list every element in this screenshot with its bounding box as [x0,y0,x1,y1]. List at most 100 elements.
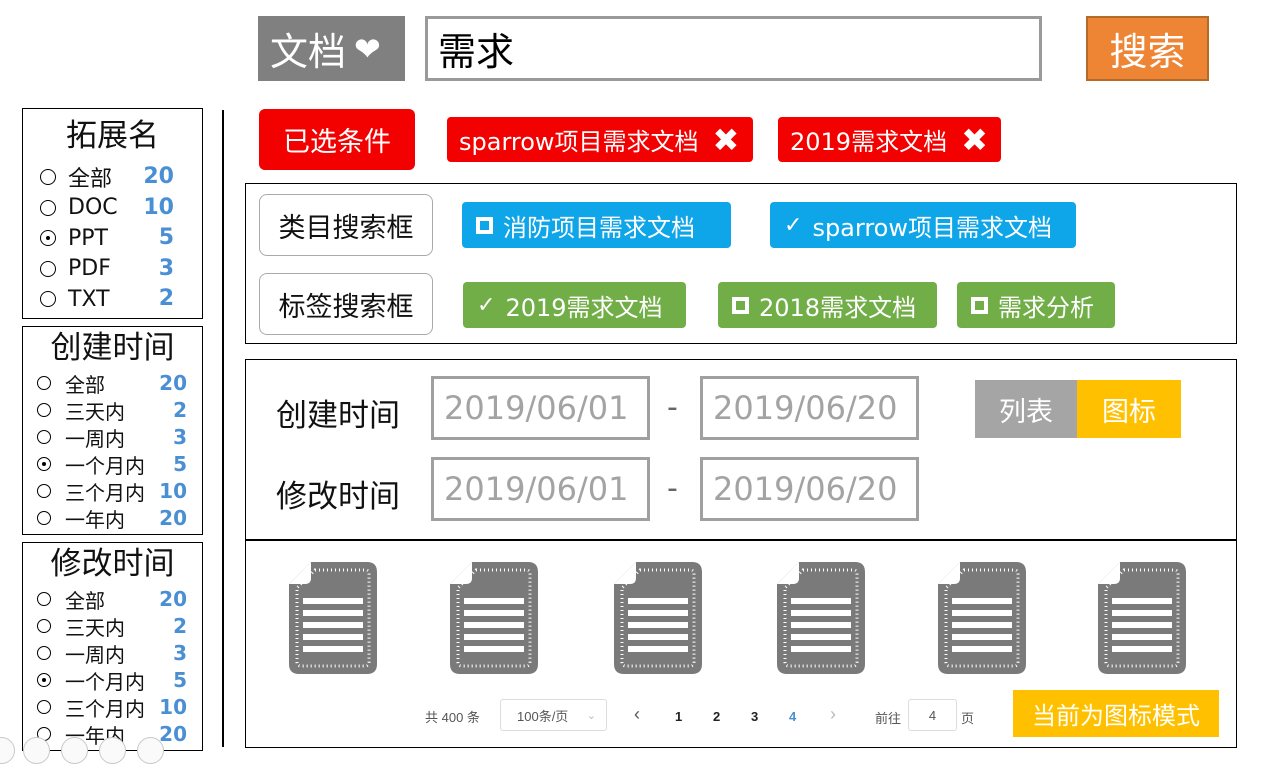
filter-option-count: 2 [173,398,187,422]
radio-icon[interactable] [37,484,51,498]
created-from-input[interactable]: 2019/06/01 [431,376,650,440]
filter-option-label: 三天内 [65,399,125,424]
radio-icon[interactable] [40,169,56,185]
filter-option-created[interactable]: 一年内 [37,506,125,532]
radio-icon[interactable] [40,199,56,216]
goto-label: 前往 [875,711,902,726]
radio-icon[interactable] [37,511,51,525]
goto-page-input[interactable]: 4 [908,699,957,731]
filter-option-created[interactable]: 一个月内 [37,452,145,478]
modified-to-input[interactable]: 2019/06/20 [700,457,919,521]
category-chip[interactable]: ✓ sparrow项目需求文档 [770,202,1076,248]
radio-icon[interactable] [37,376,51,390]
radio-icon[interactable] [37,646,51,660]
tag-chip[interactable]: 需求分析 [957,282,1115,328]
filter-option-label: 三个月内 [65,696,145,721]
document-icon[interactable] [446,558,542,678]
page-size-select[interactable]: 100条/页 ⌄ [500,699,607,731]
selected-chip[interactable]: 2019需求文档 ✖ [778,117,1001,162]
created-filter-panel: 创建时间 全部 20 三天内 2 一周内 3 一个月内 5 三个月内 10 一年内 20 [22,326,203,535]
mode-badge: 当前为图标模式 [1013,690,1219,737]
extension-filter-title: 拓展名 [66,118,159,154]
radio-icon[interactable] [37,403,51,417]
prev-page-button[interactable]: ‹ [634,704,640,725]
radio-icon[interactable] [37,619,51,633]
page-number[interactable]: 2 [713,709,720,724]
filter-option-count: 20 [143,164,174,189]
radio-icon[interactable] [37,592,51,606]
filter-option-label: PPT [68,225,108,251]
remove-icon[interactable]: ✖ [713,121,740,159]
category-chip[interactable]: 消防项目需求文档 [462,202,731,248]
radio-icon[interactable] [37,700,51,714]
page-number[interactable]: 1 [675,709,682,724]
modified-to-value: 2019/06/20 [713,470,898,508]
filter-option-created[interactable]: 一周内 [37,425,125,451]
filter-option-created[interactable]: 全部 [37,371,105,397]
filter-option-label: 三个月内 [65,480,145,505]
remove-icon[interactable]: ✖ [961,121,988,159]
filter-option-extension[interactable]: 全部 [40,163,112,192]
tag-search-frame[interactable]: 标签搜索框 [259,273,433,335]
pagination-total: 共 400 条 [425,710,480,725]
filter-option-created[interactable]: 三天内 [37,398,125,424]
filter-option-count: 5 [158,225,174,250]
filter-option-modified[interactable]: 三个月内 [37,695,145,721]
search-input[interactable]: 需求 [425,16,1042,81]
faded-toolbar-icon [99,737,126,764]
tag-chip[interactable]: ✓ 2019需求文档 [463,282,686,328]
radio-selected-icon[interactable] [40,230,56,246]
modified-from-value: 2019/06/01 [444,470,629,508]
radio-icon[interactable] [40,260,56,277]
filter-option-extension[interactable]: TXT [40,285,110,313]
modified-filter-title: 修改时间 [50,546,175,582]
icon-view-toggle[interactable]: 图标 [1077,380,1181,438]
filter-option-extension[interactable]: PPT [40,224,108,252]
radio-selected-icon[interactable] [37,457,51,471]
tag-chip[interactable]: 2018需求文档 [718,282,937,328]
tag-chip-label: 需求分析 [998,293,1094,322]
checkbox-icon [476,216,493,234]
doc-type-select[interactable]: 文档 ❤ [258,16,405,81]
filter-option-modified[interactable]: 一个月内 [37,668,145,694]
selected-chip[interactable]: sparrow项目需求文档 ✖ [447,117,753,162]
search-button[interactable]: 搜索 [1086,16,1209,81]
category-chip-label: sparrow项目需求文档 [812,213,1052,242]
page-number-current[interactable]: 4 [789,709,796,724]
category-search-frame[interactable]: 类目搜索框 [259,194,433,256]
filter-option-count: 3 [173,425,187,449]
filter-option-modified[interactable]: 三天内 [37,614,125,640]
faded-toolbar-icon [137,737,164,764]
document-icon[interactable] [773,558,869,678]
filter-option-label: DOC [68,195,118,220]
filter-option-extension[interactable]: DOC [40,194,118,222]
checkmark-icon: ✓ [784,212,803,238]
created-to-input[interactable]: 2019/06/20 [700,376,919,440]
modified-from-input[interactable]: 2019/06/01 [431,457,650,521]
filter-option-extension[interactable]: PDF [40,255,111,283]
filter-option-created[interactable]: 三个月内 [37,479,145,505]
filter-option-label: 一周内 [65,426,125,451]
document-icon[interactable] [934,558,1030,678]
radio-selected-icon[interactable] [37,673,51,687]
document-icon[interactable] [1094,558,1190,678]
created-date-label: 创建时间 [276,398,400,434]
checkbox-icon [732,296,749,314]
filter-option-count: 20 [159,587,187,611]
radio-icon[interactable] [37,430,51,444]
document-icon[interactable] [610,558,706,678]
document-icon[interactable] [285,558,381,678]
filter-option-label: PDF [68,256,111,281]
filter-option-count: 10 [159,479,187,503]
filter-option-modified[interactable]: 一周内 [37,641,125,667]
filter-option-count: 20 [159,506,187,530]
filter-option-label: 一周内 [65,642,125,667]
list-view-toggle[interactable]: 列表 [975,380,1077,438]
date-results-divider [245,539,1237,541]
filter-option-count: 20 [159,371,187,395]
filter-option-count: 5 [173,668,187,692]
page-number[interactable]: 3 [751,709,758,724]
filter-option-modified[interactable]: 全部 [37,587,105,613]
next-page-button[interactable]: › [830,704,836,725]
radio-icon[interactable] [40,291,56,307]
